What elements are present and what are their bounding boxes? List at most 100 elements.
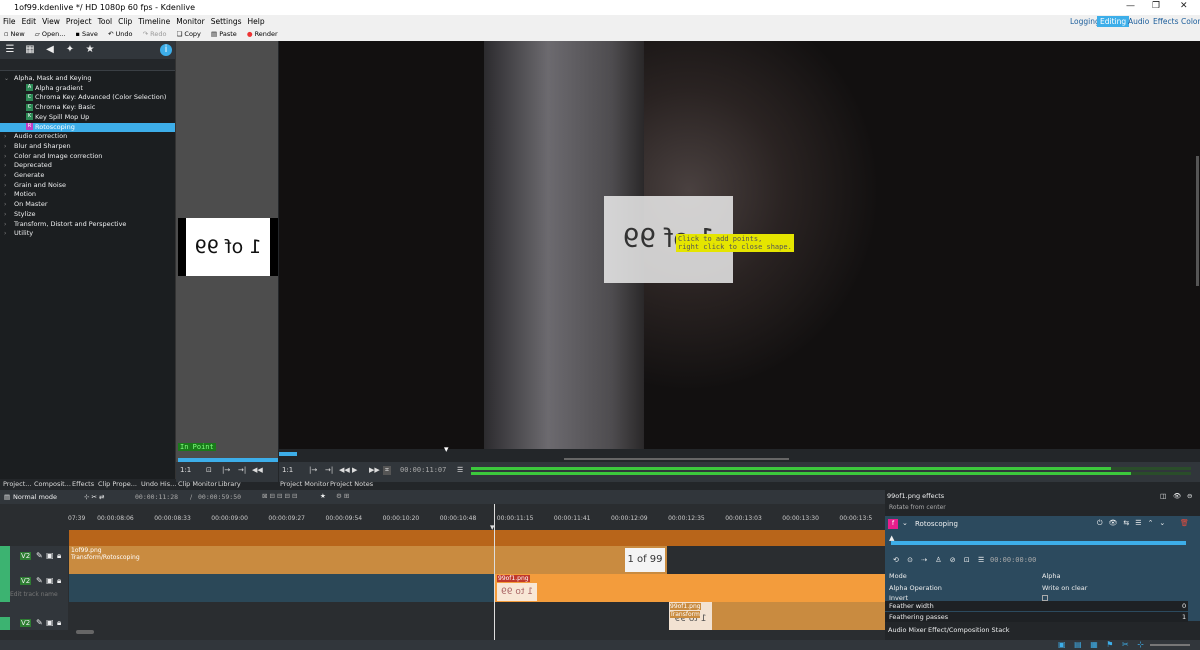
tree-category[interactable]: › Color and Image correction [0, 152, 175, 162]
menu-clip[interactable]: Clip [115, 15, 135, 28]
tree-category[interactable]: › Transform, Distort and Perspective [0, 220, 175, 230]
tree-item[interactable]: A Alpha gradient [0, 84, 175, 94]
timeline-clip[interactable]: 1of99.png Transform/Rotoscoping 1 of 99 [69, 546, 667, 574]
track-effects-icon[interactable]: ✎ [36, 618, 43, 627]
clip-zoom-select[interactable]: 1:1 [180, 466, 191, 474]
timeline-clip[interactable]: 1 to 99 99of1.png Transform [669, 602, 885, 630]
info-icon[interactable]: i [160, 44, 172, 56]
workspace-effects[interactable]: Effects [1150, 16, 1182, 27]
out-icon[interactable]: →| [325, 466, 333, 474]
project-monitor-ruler[interactable]: ▾ [279, 445, 1200, 462]
feather-width-slider[interactable]: Feather width 0 [885, 601, 1188, 611]
track-lock-icon[interactable]: 🔒︎ [57, 618, 61, 628]
track-active-indicator[interactable] [0, 617, 10, 630]
tab-clip-monitor[interactable]: Clip Monitor [178, 480, 217, 488]
tab-effects[interactable]: Effects [72, 480, 94, 488]
play-icon[interactable]: ▶ [352, 466, 357, 474]
tab-undo-history[interactable]: Undo His... [141, 480, 176, 488]
project-zoom-select[interactable]: 1:1 [282, 466, 293, 474]
favorites-icon[interactable]: ★ [84, 44, 96, 56]
tree-category[interactable]: › Grain and Noise [0, 181, 175, 191]
keyframe-ruler[interactable] [891, 541, 1186, 545]
track-effects-icon[interactable]: ✎ [36, 576, 43, 585]
tree-item[interactable]: C Chroma Key: Advanced (Color Selection) [0, 93, 175, 103]
render-button[interactable]: ● Render [243, 28, 282, 40]
tree-category[interactable]: › Stylize [0, 210, 175, 220]
close-icon[interactable]: ✕ [1180, 1, 1188, 11]
menu-project[interactable]: Project [63, 15, 95, 28]
custom-icon[interactable]: ✦ [64, 44, 76, 56]
track-label[interactable]: V2 [20, 577, 32, 585]
tree-item-selected[interactable]: R Rotoscoping [0, 122, 175, 133]
tab-project-notes[interactable]: Project Notes [330, 480, 373, 488]
menu-monitor[interactable]: Monitor [173, 15, 208, 28]
open-button[interactable]: ▱ Open... [31, 28, 70, 40]
project-timecode[interactable]: 00:00:11:07 [400, 466, 446, 474]
keyframe-tools-icon[interactable]: ⟲ ⊙ ⇢ ♙ ⊘ ⊡ ☰ [893, 556, 987, 564]
track-effects-icon[interactable]: ✎ [36, 551, 43, 560]
collapse-effect-icon[interactable]: ⌄ [902, 519, 908, 527]
in-icon[interactable]: |→ [309, 466, 317, 474]
forward-icon[interactable]: ▶▶ [369, 466, 380, 474]
film-icon[interactable]: ▦ [24, 44, 36, 56]
tool-icon[interactable]: ⊹ ✂ ⇄ [84, 493, 104, 501]
track-lock-icon[interactable]: 🔒︎ [57, 551, 61, 561]
track-active-indicator[interactable] [0, 546, 10, 574]
status-tools-icon[interactable]: ▣ ▤ ▦ ⚑ ✂ ⊹ [1058, 640, 1147, 649]
timeline-scrollbar[interactable] [76, 630, 94, 634]
tab-effect-stack[interactable]: Effect/Composition Stack [928, 626, 1010, 634]
tab-project-monitor[interactable]: Project Monitor [280, 480, 329, 488]
tree-category[interactable]: › On Master [0, 200, 175, 210]
project-monitor[interactable]: 1 of 99 Click to add points, right click… [279, 41, 1200, 449]
timeline-tools-icon[interactable]: ⊠ ⊟ ⊟ ⊟ ⊟ [262, 492, 298, 500]
menu-view[interactable]: View [39, 15, 63, 28]
collapse-icon[interactable]: ⊖ [1187, 492, 1192, 500]
undo-button[interactable]: ↶ Undo [104, 28, 137, 40]
rewind-icon[interactable]: ◀◀ [339, 466, 350, 474]
track-active-indicator[interactable] [0, 574, 10, 602]
menu-file[interactable]: File [0, 15, 19, 28]
redo-button[interactable]: ↷ Redo [139, 28, 171, 40]
tab-library[interactable]: Library [218, 480, 241, 488]
split-icon[interactable]: ◫ [1160, 492, 1166, 500]
track-hide-icon[interactable]: ▣ [46, 618, 54, 627]
tree-category[interactable]: › Deprecated [0, 161, 175, 171]
menu-edit[interactable]: Edit [19, 15, 40, 28]
alpha-operation-select[interactable]: Write on clear [1042, 584, 1087, 592]
tree-category[interactable]: › Audio correction [0, 132, 175, 142]
delete-effect-icon[interactable]: 🗑︎ [1180, 519, 1189, 527]
empty-track-area[interactable] [69, 602, 669, 630]
track-hide-icon[interactable]: ▣ [46, 551, 54, 560]
new-button[interactable]: ▫ New [0, 28, 29, 40]
edit-track-name-input[interactable]: Edit track name [10, 591, 58, 598]
fullscreen-icon[interactable]: ⊡ [206, 466, 212, 474]
tree-item[interactable]: C Chroma Key: Basic [0, 103, 175, 113]
tree-category[interactable]: › Blur and Sharpen [0, 142, 175, 152]
timeline-ruler[interactable]: 07:39 00:00:08:06 00:00:08:33 00:00:09:00 00… [68, 514, 885, 524]
tab-compositions[interactable]: Composit... [34, 480, 71, 488]
master-effects-bar[interactable] [69, 530, 885, 546]
effect-actions-icon[interactable]: ⏻👁︎⇆☰⌃⌄ [1097, 519, 1171, 528]
tree-category-alpha[interactable]: ⌄ Alpha, Mask and Keying [0, 74, 175, 84]
compare-icon[interactable]: 👁︎ [1173, 492, 1181, 500]
zone-icon[interactable]: ⌗ [383, 466, 391, 475]
tree-category[interactable]: › Motion [0, 190, 175, 200]
menu-timeline[interactable]: Timeline [135, 15, 173, 28]
tree-category[interactable]: › Utility [0, 229, 175, 239]
menu-help[interactable]: Help [245, 15, 268, 28]
tab-project[interactable]: Project... [3, 480, 31, 488]
track-label[interactable]: V2 [20, 619, 32, 627]
out-icon[interactable]: →| [238, 466, 246, 474]
list-icon[interactable]: ☰ [4, 44, 16, 56]
audio-icon[interactable]: ◀ [44, 44, 56, 56]
empty-track-area[interactable] [69, 574, 495, 602]
workspace-color[interactable]: Color [1178, 16, 1200, 27]
tree-item[interactable]: K Key Spill Mop Up [0, 113, 175, 123]
menu-tool[interactable]: Tool [95, 15, 116, 28]
edit-mode-select[interactable]: Normal mode [13, 493, 57, 501]
track-label[interactable]: V2 [20, 552, 32, 560]
rewind-icon[interactable]: ◀◀ [252, 466, 263, 474]
feathering-passes-slider[interactable]: Feathering passes 1 [885, 612, 1188, 622]
playhead-marker-icon[interactable]: ▾ [444, 445, 449, 455]
menu-icon[interactable]: ☰ [457, 466, 463, 474]
